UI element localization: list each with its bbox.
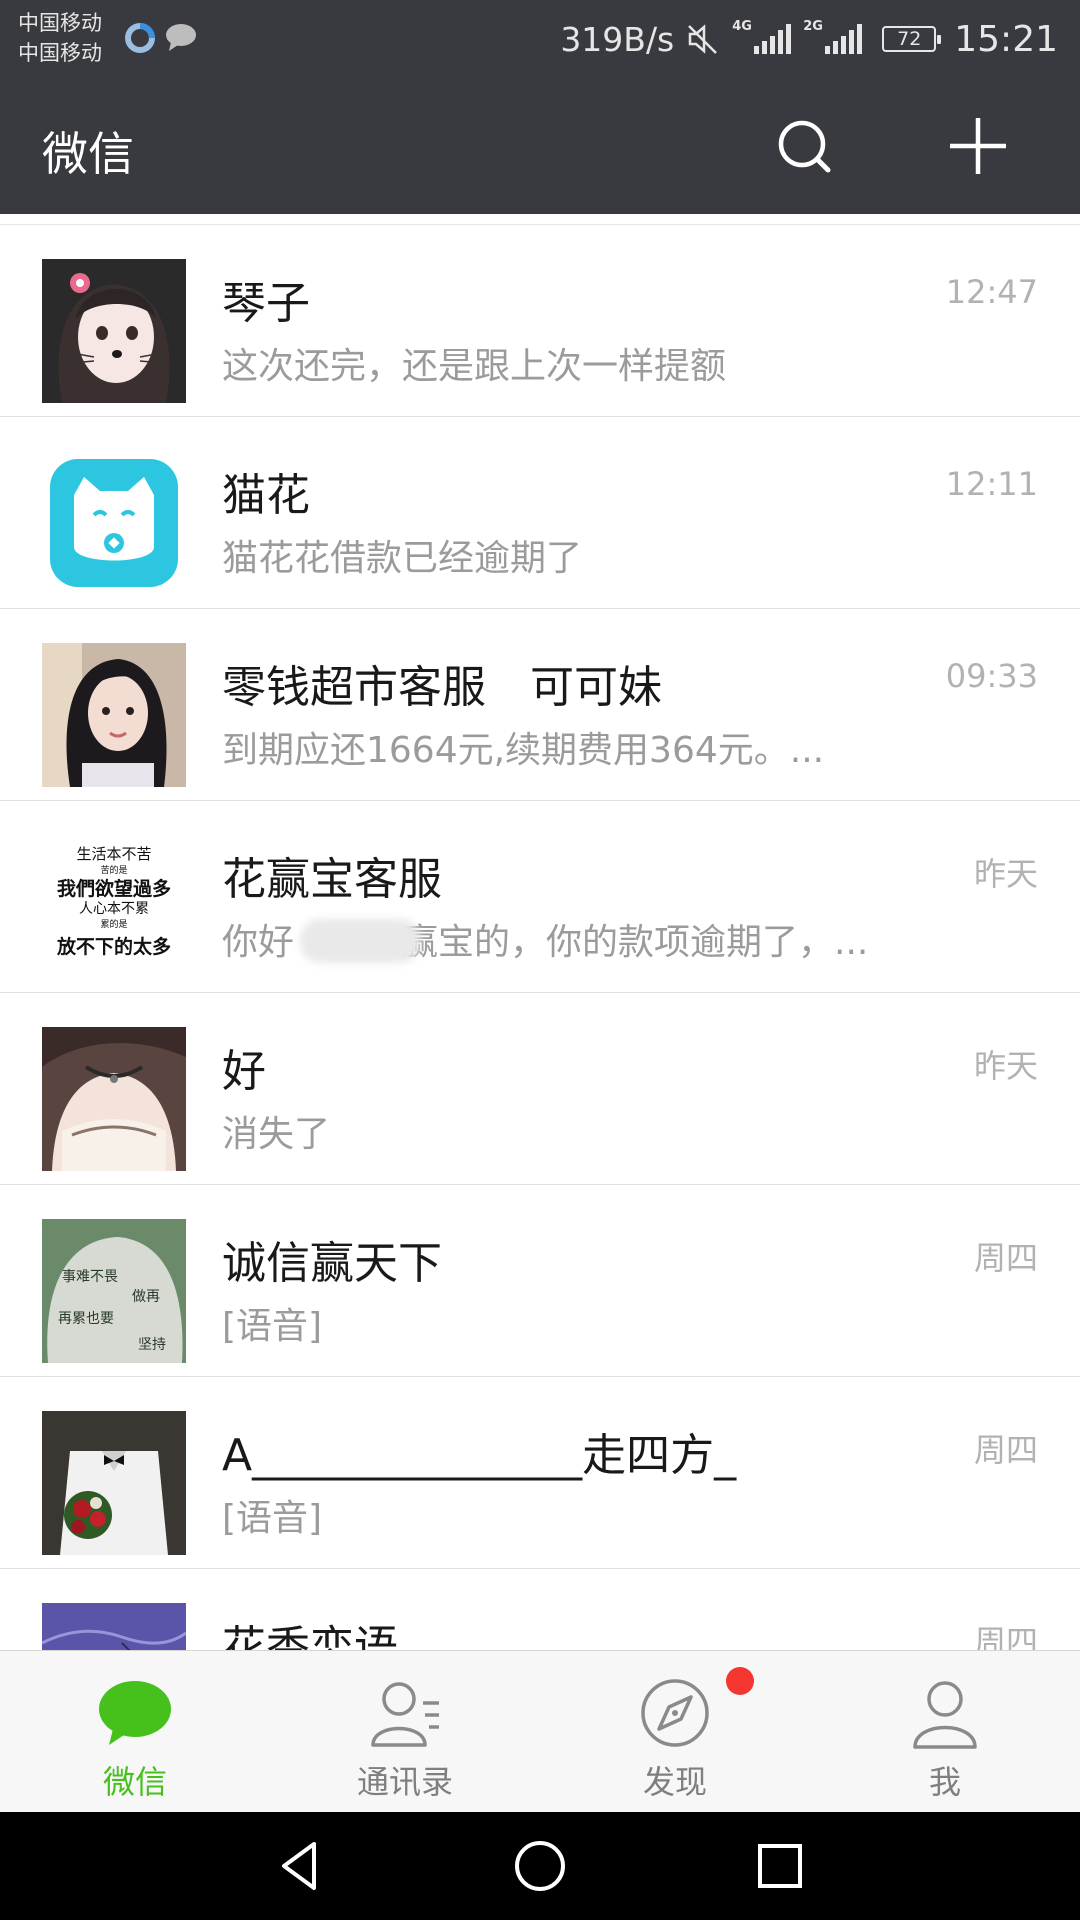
contacts-icon (371, 1682, 439, 1747)
svg-text:放不下的太多: 放不下的太多 (56, 935, 171, 958)
svg-text:做再: 做再 (132, 1289, 160, 1305)
tab-label: 发现 (642, 1763, 707, 1801)
avatar (42, 643, 186, 787)
tab-label: 通讯录 (356, 1763, 453, 1801)
avatar (42, 1411, 186, 1555)
tab-bar: 微信 通讯录 发现 我 (0, 1650, 1080, 1812)
signal-2-tag: 2G (803, 19, 823, 34)
avatar (42, 1027, 186, 1171)
chat-preview: 这次还完，还是跟上次一样提额 (222, 346, 727, 387)
tab-label: 微信 (102, 1763, 167, 1801)
svg-text:累的是: 累的是 (100, 918, 127, 930)
notification-badge (726, 1667, 754, 1695)
chat-time: 周四 (973, 1431, 1038, 1469)
chat-list[interactable]: 琴子 这次还完，还是跟上次一样提额 12:47 猫花 猫花花借款已经逾期了 12… (0, 214, 1080, 1650)
tab-contacts[interactable]: 通讯录 (270, 1651, 540, 1813)
privacy-blur (300, 919, 420, 963)
avatar: 生活本不苦 苦的是 我們欲望過多 人心本不累 累的是 放不下的太多 (42, 835, 186, 979)
signal-icon-2: 2G (803, 20, 863, 54)
tab-me[interactable]: 我 (810, 1651, 1080, 1813)
chat-name: 猫花 (222, 470, 310, 521)
status-right: 319B/s 4G 2G 72 15:21 (560, 14, 1058, 64)
chat-time: 12:11 (945, 465, 1038, 503)
mute-icon (688, 24, 718, 54)
chat-name: 零钱超市客服 可可妹 (222, 662, 662, 713)
qq-icon (125, 23, 155, 53)
chat-item[interactable]: 事难不畏 做再 再累也要 坚持 诚信赢天下 [语音] 周四 (0, 1185, 1080, 1377)
compass-icon (641, 1679, 709, 1747)
chat-item[interactable]: 好 消失了 昨天 (0, 993, 1080, 1185)
svg-text:再累也要: 再累也要 (58, 1311, 114, 1327)
recents-icon[interactable] (750, 1836, 810, 1896)
battery-level: 72 (897, 28, 922, 50)
signal-1-tag: 4G (732, 19, 752, 34)
avatar: 事难不畏 做再 再累也要 坚持 (42, 1219, 186, 1363)
status-bar: 中国移动 中国移动 319B/s 4G 2G 72 15:21 (0, 0, 1080, 78)
chat-time: 昨天 (973, 1047, 1038, 1085)
chat-preview: 到期应还1664元,续期费用364元。... (222, 730, 825, 771)
svg-text:坚持: 坚持 (138, 1337, 166, 1353)
battery-icon: 72 (882, 26, 942, 52)
tab-chats[interactable]: 微信 (0, 1651, 270, 1813)
status-time: 15:21 (954, 18, 1058, 60)
chat-name: 琴子 (222, 278, 310, 329)
chat-time: 周四 (973, 1239, 1038, 1277)
back-icon[interactable] (270, 1836, 330, 1896)
svg-text:生活本不苦: 生活本不苦 (76, 845, 151, 863)
chat-time: 12:47 (945, 273, 1038, 311)
chat-name: 花赢宝客服 (222, 854, 442, 905)
page-title: 微信 (42, 127, 134, 181)
chat-preview: [语音] (222, 1306, 323, 1347)
svg-text:我們欲望過多: 我們欲望過多 (57, 877, 171, 900)
chat-time: 昨天 (973, 855, 1038, 893)
avatar (42, 259, 186, 403)
chat-preview: 猫花花借款已经逾期了 (222, 538, 583, 579)
chat-preview: 消失了 (222, 1114, 331, 1155)
svg-text:人心本不累: 人心本不累 (79, 901, 149, 917)
svg-text:事难不畏: 事难不畏 (62, 1269, 118, 1285)
chat-preview: [语音] (222, 1498, 323, 1539)
profile-icon (913, 1681, 977, 1749)
message-icon (166, 24, 196, 51)
carrier-1: 中国移动 (18, 11, 102, 35)
chat-name: A_______________走四方_ (222, 1430, 737, 1481)
chat-name: 诚信赢天下 (222, 1238, 442, 1289)
carrier-labels: 中国移动 中国移动 (18, 8, 102, 68)
chat-time: 09:33 (945, 657, 1038, 695)
signal-icon-1: 4G (732, 20, 792, 54)
system-nav-bar (0, 1812, 1080, 1920)
tab-label: 我 (928, 1763, 961, 1801)
avatar (42, 1603, 186, 1650)
chat-item[interactable]: 花香恋语 周四 (0, 1569, 1080, 1650)
search-icon[interactable] (768, 110, 840, 182)
tab-discover[interactable]: 发现 (540, 1651, 810, 1813)
chat-item[interactable]: 猫花 猫花花借款已经逾期了 12:11 (0, 417, 1080, 609)
chat-name: 好 (222, 1046, 266, 1097)
app-header: 微信 (0, 78, 1080, 214)
plus-icon[interactable] (942, 110, 1014, 182)
chat-item[interactable]: 零钱超市客服 可可妹 到期应还1664元,续期费用364元。... 09:33 (0, 609, 1080, 801)
chat-item[interactable]: 生活本不苦 苦的是 我們欲望過多 人心本不累 累的是 放不下的太多 花赢宝客服 … (0, 801, 1080, 993)
home-icon[interactable] (510, 1836, 570, 1896)
avatar (42, 451, 186, 595)
chat-item[interactable]: A_______________走四方_ [语音] 周四 (0, 1377, 1080, 1569)
chat-time: 周四 (973, 1623, 1038, 1650)
chat-icon (99, 1681, 171, 1745)
chat-name: 花香恋语 (222, 1622, 398, 1650)
net-speed: 319B/s (560, 19, 675, 59)
carrier-2: 中国移动 (18, 41, 102, 65)
chat-item[interactable]: 琴子 这次还完，还是跟上次一样提额 12:47 (0, 225, 1080, 417)
svg-text:苦的是: 苦的是 (100, 864, 127, 876)
